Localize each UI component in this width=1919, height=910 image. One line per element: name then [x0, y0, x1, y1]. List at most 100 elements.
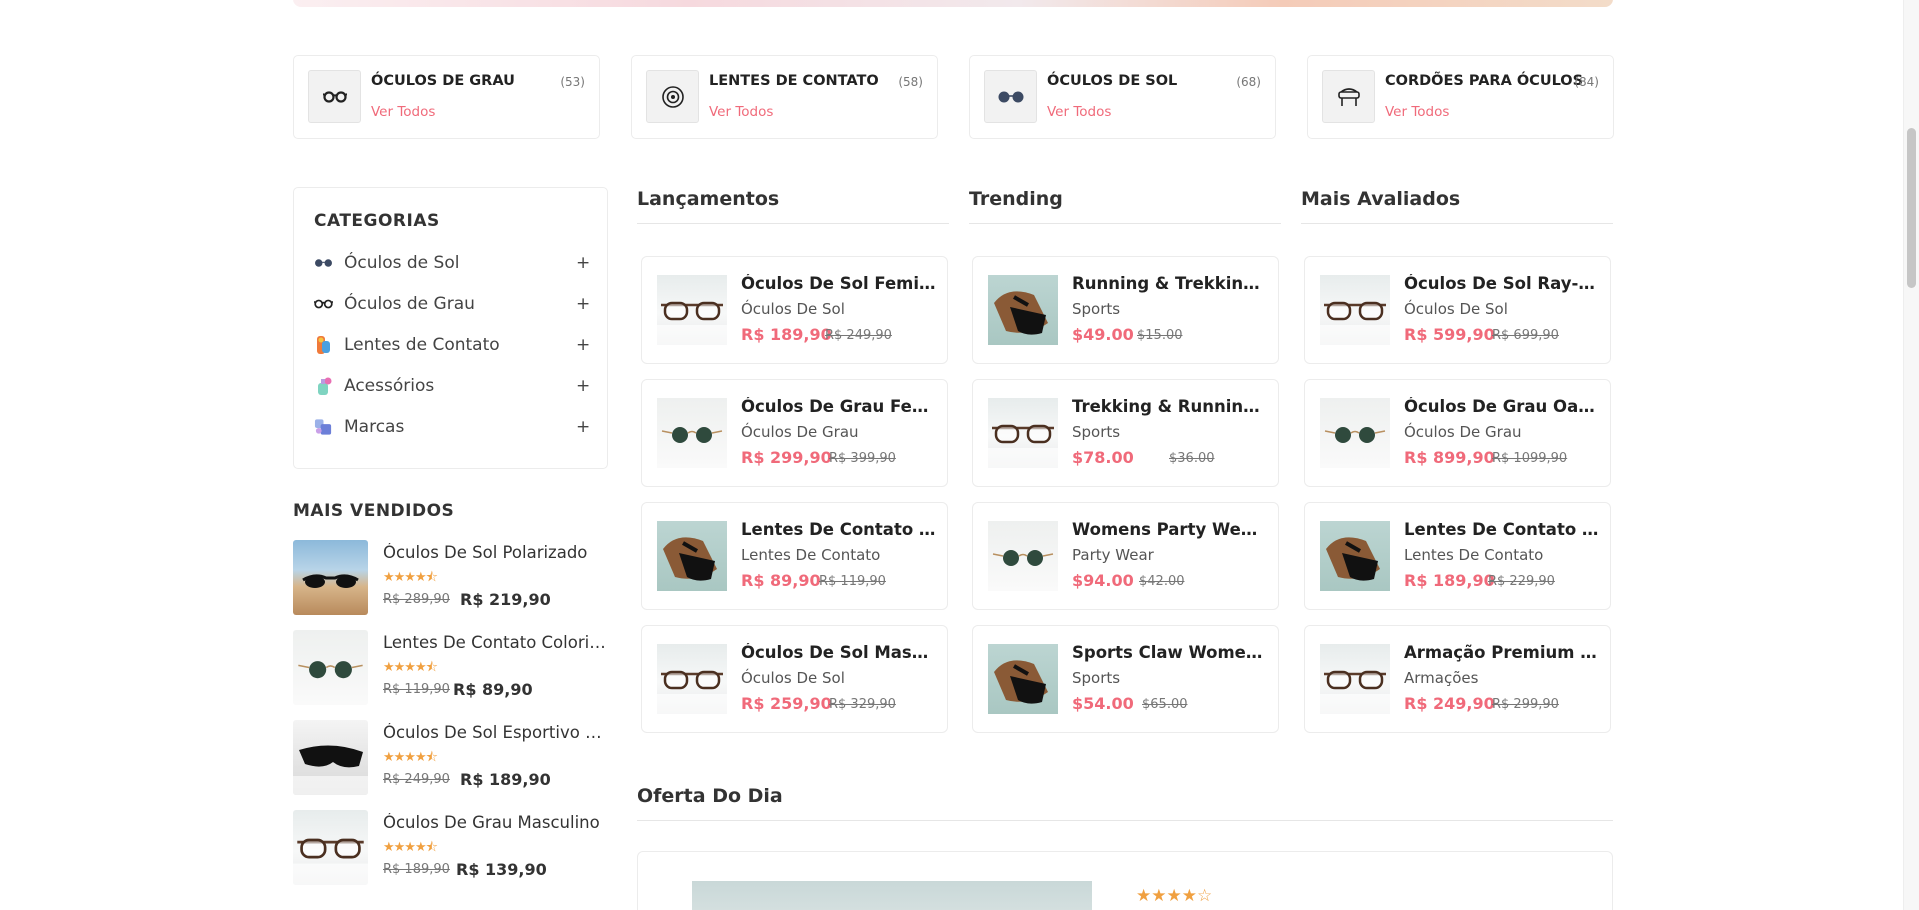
- expand-plus-icon[interactable]: +: [576, 417, 590, 437]
- old-price: R$ 189,90: [383, 862, 450, 877]
- brand-icon: [314, 418, 333, 437]
- product-name[interactable]: Running & Trekking Shoes: [1072, 274, 1268, 293]
- product-category: Lentes De Contato: [741, 546, 881, 564]
- product-thumbnail[interactable]: [657, 521, 727, 591]
- product-thumbnail[interactable]: [988, 644, 1058, 714]
- product-name[interactable]: Óculos De Sol Esportivo Masculino: [383, 723, 608, 742]
- product-card[interactable]: Womens Party Wear Shoes Party Wear $94.00 $…: [972, 502, 1279, 610]
- product-name[interactable]: Óculos De Grau Feminino: [741, 397, 937, 416]
- product-thumbnail[interactable]: [988, 398, 1058, 468]
- product-thumbnail[interactable]: [988, 521, 1058, 591]
- product-thumbnail[interactable]: [293, 720, 368, 795]
- product-name[interactable]: Óculos De Grau Masculino: [383, 813, 608, 832]
- product-category: Óculos De Sol: [741, 300, 845, 318]
- product-name[interactable]: Óculos De Grau Oakley: [1404, 397, 1600, 416]
- product-thumbnail[interactable]: [657, 275, 727, 345]
- product-thumbnail[interactable]: [1320, 275, 1390, 345]
- current-price: R$ 899,90: [1404, 448, 1495, 467]
- sidebar-category-item[interactable]: Óculos de Grau +: [314, 289, 590, 319]
- current-price: R$ 189,90: [741, 325, 832, 344]
- category-card[interactable]: CORDÕES PARA ÓCULOS (84) Ver Todos: [1307, 55, 1614, 139]
- sidebar-category-label[interactable]: Acessórios: [344, 376, 576, 396]
- product-card[interactable]: Running & Trekking Shoes Sports $49.00$15.…: [972, 256, 1279, 364]
- divider: [637, 223, 949, 224]
- product-thumbnail[interactable]: [1320, 644, 1390, 714]
- product-name[interactable]: Womens Party Wear Shoes: [1072, 520, 1268, 539]
- current-price: $94.00: [1072, 571, 1134, 590]
- product-thumbnail[interactable]: [293, 540, 368, 615]
- view-all-link[interactable]: Ver Todos: [1047, 104, 1111, 120]
- product-card[interactable]: Óculos De Grau Feminino Óculos De Grau R$ …: [641, 379, 948, 487]
- sidebar-category-label[interactable]: Óculos de Sol: [344, 253, 576, 273]
- old-price: R$ 399,90: [829, 451, 896, 466]
- category-card-title[interactable]: ÓCULOS DE GRAU: [371, 73, 515, 89]
- sidebar-category-label[interactable]: Óculos de Grau: [344, 294, 576, 314]
- product-name[interactable]: Óculos De Sol Ray-Ban: [1404, 274, 1600, 293]
- sidebar-category-item[interactable]: Lentes de Contato +: [314, 330, 590, 360]
- product-name[interactable]: Armação Premium Para Óculos: [1404, 643, 1600, 662]
- product-card[interactable]: Óculos De Sol Masculino Óculos De Sol R$ 2…: [641, 625, 948, 733]
- expand-plus-icon[interactable]: +: [576, 253, 590, 273]
- best-seller-item[interactable]: Óculos De Sol Polarizado ★★★★⯪ R$ 289,90 R$…: [293, 540, 608, 615]
- sidebar-category-item[interactable]: Acessórios +: [314, 371, 590, 401]
- product-thumbnail[interactable]: [988, 275, 1058, 345]
- best-seller-item[interactable]: Óculos De Grau Masculino ★★★★⯪ R$ 189,90 R$…: [293, 810, 608, 885]
- product-category: Armações: [1404, 669, 1479, 687]
- expand-plus-icon[interactable]: +: [576, 335, 590, 355]
- product-name[interactable]: Lentes De Contato Acuvue: [1404, 520, 1600, 539]
- current-price: R$ 249,90: [1404, 694, 1495, 713]
- category-card[interactable]: ÓCULOS DE GRAU (53) Ver Todos: [293, 55, 600, 139]
- category-card[interactable]: LENTES DE CONTATO (58) Ver Todos: [631, 55, 938, 139]
- product-card[interactable]: Lentes De Contato Coloridas Lentes De Con…: [641, 502, 948, 610]
- sidebar-category-label[interactable]: Lentes de Contato: [344, 335, 576, 355]
- view-all-link[interactable]: Ver Todos: [371, 104, 435, 120]
- scrollbar-thumb[interactable]: [1907, 128, 1916, 288]
- product-name[interactable]: Lentes De Contato Coloridas: [741, 520, 937, 539]
- category-card[interactable]: ÓCULOS DE SOL (68) Ver Todos: [969, 55, 1276, 139]
- sidebar-category-label[interactable]: Marcas: [344, 417, 576, 437]
- product-name[interactable]: Óculos De Sol Masculino: [741, 643, 937, 662]
- category-card-count: (68): [1236, 75, 1261, 89]
- product-card[interactable]: Óculos De Sol Feminino Óculos De Sol R$ 18…: [641, 256, 948, 364]
- deal-of-day-card[interactable]: ★★★★☆: [637, 851, 1613, 910]
- view-all-link[interactable]: Ver Todos: [709, 104, 773, 120]
- product-name[interactable]: Sports Claw Women's Shoes: [1072, 643, 1268, 662]
- category-card-title[interactable]: LENTES DE CONTATO: [709, 73, 879, 89]
- product-thumbnail[interactable]: [293, 810, 368, 885]
- product-thumbnail[interactable]: [293, 630, 368, 705]
- category-card-title[interactable]: CORDÕES PARA ÓCULOS: [1385, 73, 1583, 89]
- product-name[interactable]: Trekking & Running Shoes: [1072, 397, 1268, 416]
- best-seller-item[interactable]: Lentes De Contato Coloridas ★★★★⯪ R$ 119,9…: [293, 630, 608, 705]
- page-scrollbar[interactable]: [1903, 0, 1919, 910]
- categories-heading: CATEGORIAS: [314, 211, 440, 231]
- sidebar-category-item[interactable]: Marcas +: [314, 412, 590, 442]
- product-name[interactable]: Óculos De Sol Polarizado: [383, 543, 608, 562]
- best-seller-item[interactable]: Óculos De Sol Esportivo Masculino ★★★★⯪ R$…: [293, 720, 608, 795]
- current-price: R$ 599,90: [1404, 325, 1495, 344]
- product-card[interactable]: Óculos De Grau Oakley Óculos De Grau R$ 89…: [1304, 379, 1611, 487]
- product-thumbnail[interactable]: [657, 398, 727, 468]
- product-category: Lentes De Contato: [1404, 546, 1544, 564]
- product-name[interactable]: Lentes De Contato Coloridas: [383, 633, 608, 652]
- sidebar-category-item[interactable]: Óculos de Sol +: [314, 248, 590, 278]
- category-card-title[interactable]: ÓCULOS DE SOL: [1047, 73, 1177, 89]
- product-card[interactable]: Sports Claw Women's Shoes Sports $54.00 $65…: [972, 625, 1279, 733]
- product-category: Óculos De Grau: [741, 423, 859, 441]
- product-card[interactable]: Lentes De Contato Acuvue Lentes De Contat…: [1304, 502, 1611, 610]
- product-card[interactable]: Trekking & Running Shoes Sports $78.00 $36.…: [972, 379, 1279, 487]
- deal-of-day-heading: Oferta Do Dia: [637, 785, 783, 807]
- expand-plus-icon[interactable]: +: [576, 294, 590, 314]
- product-card[interactable]: Óculos De Sol Ray-Ban Óculos De Sol R$ 599…: [1304, 256, 1611, 364]
- old-price: $36.00: [1169, 451, 1215, 466]
- product-thumbnail[interactable]: [657, 644, 727, 714]
- product-name[interactable]: Óculos De Sol Feminino: [741, 274, 937, 293]
- product-thumbnail[interactable]: [1320, 398, 1390, 468]
- expand-plus-icon[interactable]: +: [576, 376, 590, 396]
- rating-stars: ★★★★⯪: [383, 660, 438, 675]
- deal-product-image[interactable]: [692, 881, 1092, 910]
- product-card[interactable]: Armação Premium Para Óculos Armações R$ 24…: [1304, 625, 1611, 733]
- old-price: R$ 1099,90: [1492, 451, 1568, 466]
- product-thumbnail[interactable]: [1320, 521, 1390, 591]
- current-price: R$ 189,90: [460, 770, 551, 789]
- view-all-link[interactable]: Ver Todos: [1385, 104, 1449, 120]
